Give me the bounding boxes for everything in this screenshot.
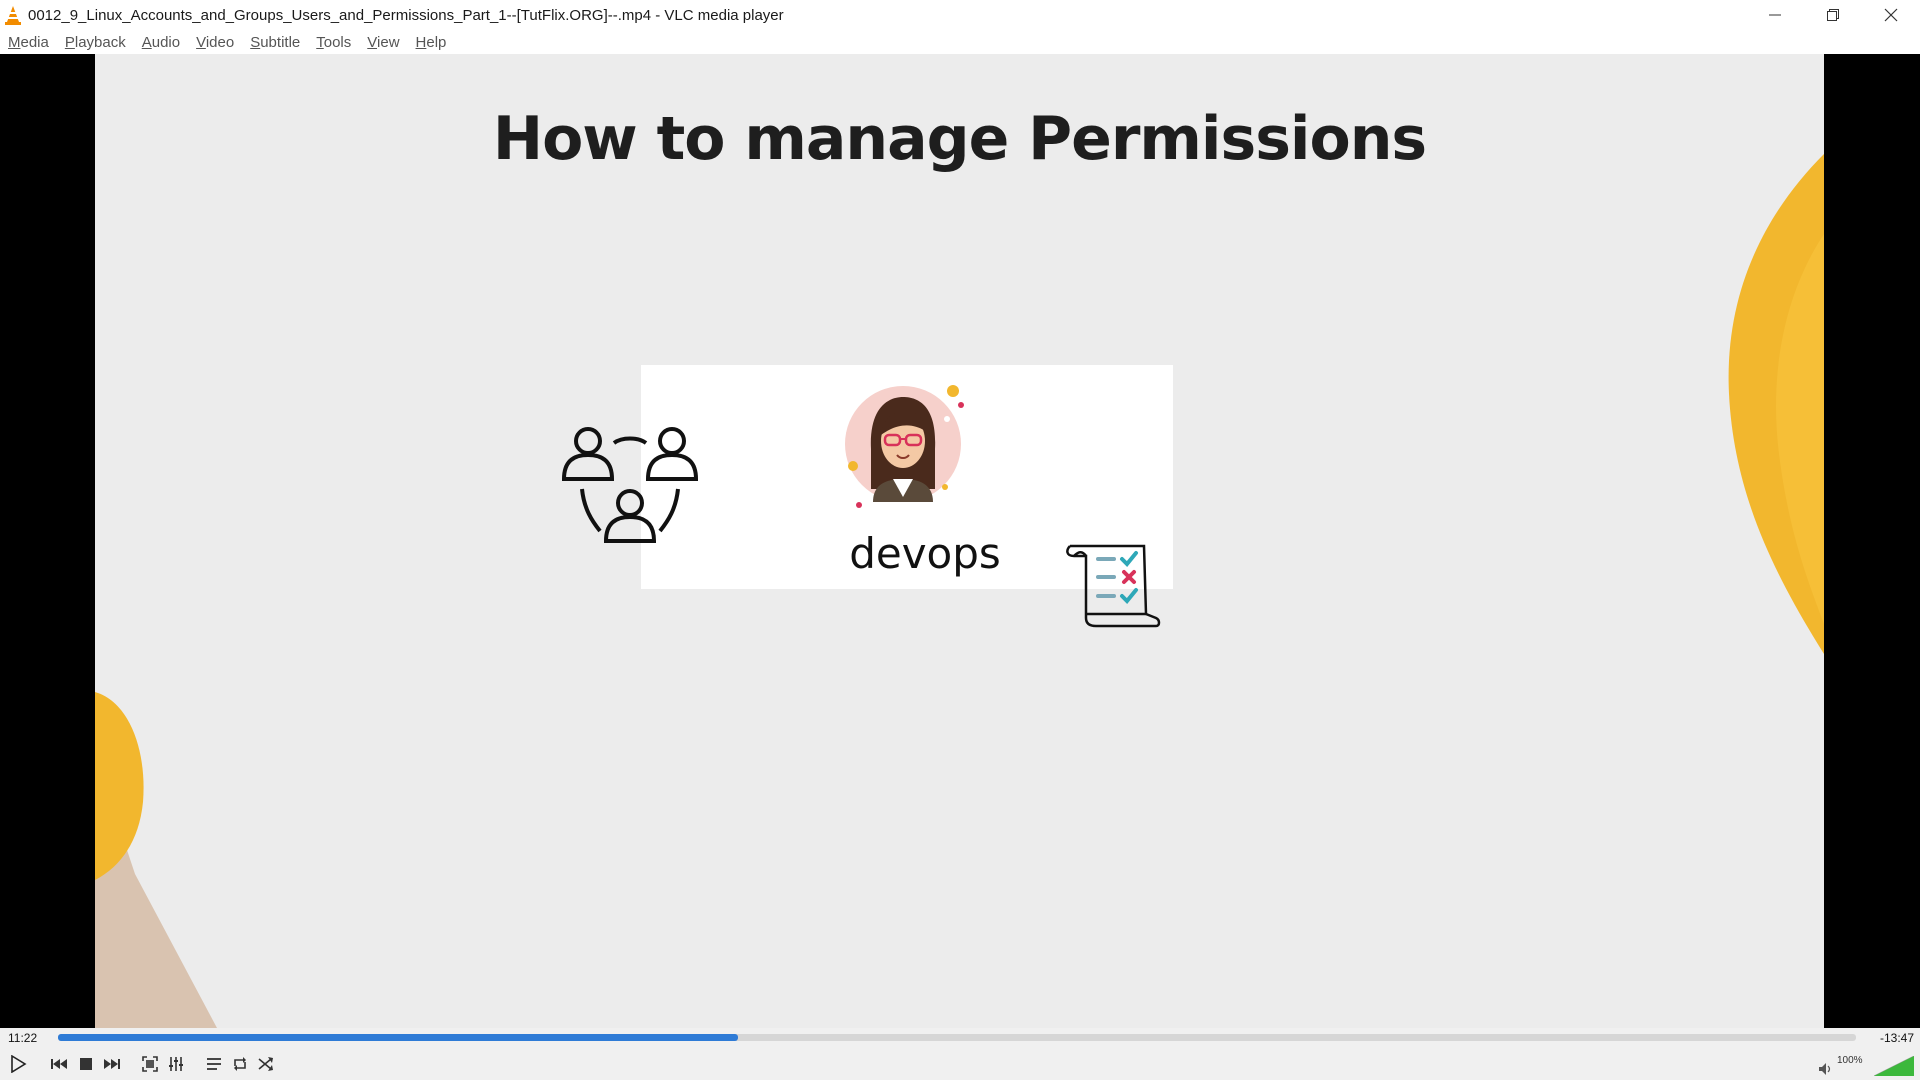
elapsed-time: 11:22 <box>8 1031 38 1045</box>
menu-bar: Media Playback Audio Video Subtitle Tool… <box>0 30 1920 54</box>
volume-level-fill <box>1874 1056 1914 1076</box>
user-group-icon <box>561 427 699 543</box>
card-label: devops <box>849 529 1001 578</box>
yellow-blob-left-shape <box>95 692 144 880</box>
seek-slider[interactable] <box>58 1034 1856 1041</box>
remaining-time[interactable]: -13:47 <box>1880 1031 1914 1045</box>
extended-settings-button[interactable] <box>164 1052 188 1076</box>
extended-settings-icon <box>169 1057 183 1071</box>
stop-button[interactable] <box>74 1052 98 1076</box>
yellow-blob-right-shape <box>1728 154 1824 654</box>
seek-bar-row: 11:22 -13:47 <box>0 1028 1920 1048</box>
loop-button[interactable] <box>228 1052 252 1076</box>
menu-help[interactable]: Help <box>416 34 447 51</box>
controls-bar: 100% <box>0 1048 1920 1080</box>
next-button[interactable] <box>100 1052 124 1076</box>
menu-audio[interactable]: Audio <box>142 34 180 51</box>
title-bar: 0012_9_Linux_Accounts_and_Groups_Users_a… <box>0 0 1920 30</box>
minimize-icon <box>1769 14 1781 16</box>
volume-percent: 100% <box>1837 1055 1863 1066</box>
menu-video[interactable]: Video <box>196 34 234 51</box>
restore-icon <box>1827 9 1839 21</box>
random-button[interactable] <box>254 1052 278 1076</box>
previous-icon <box>51 1059 67 1069</box>
next-icon <box>104 1059 120 1069</box>
menu-subtitle[interactable]: Subtitle <box>250 34 300 51</box>
play-icon <box>11 1055 27 1073</box>
menu-media[interactable]: Media <box>8 34 49 51</box>
checklist-scroll-icon <box>1066 544 1161 628</box>
slide-title: How to manage Permissions <box>492 104 1427 174</box>
menu-tools[interactable]: Tools <box>316 34 351 51</box>
shuffle-icon <box>258 1057 273 1071</box>
playlist-button[interactable] <box>202 1052 226 1076</box>
previous-button[interactable] <box>47 1052 71 1076</box>
minimize-button[interactable] <box>1746 0 1804 30</box>
avatar-icon <box>845 385 964 508</box>
close-icon <box>1884 8 1898 22</box>
volume-slider[interactable] <box>1874 1056 1914 1076</box>
restore-button[interactable] <box>1804 0 1862 30</box>
vlc-window: 0012_9_Linux_Accounts_and_Groups_Users_a… <box>0 0 1920 1080</box>
stop-icon <box>80 1058 92 1070</box>
close-button[interactable] <box>1862 0 1920 30</box>
playlist-icon <box>207 1058 221 1070</box>
fullscreen-icon <box>142 1056 158 1072</box>
speaker-icon[interactable] <box>1818 1062 1832 1076</box>
menu-playback[interactable]: Playback <box>65 34 126 51</box>
video-display[interactable]: How to manage Permissions devops <box>0 54 1920 1028</box>
loop-icon <box>234 1057 246 1071</box>
vlc-cone-icon <box>5 6 21 25</box>
fullscreen-button[interactable] <box>138 1052 162 1076</box>
presentation-slide: How to manage Permissions devops <box>95 54 1824 1028</box>
window-title: 0012_9_Linux_Accounts_and_Groups_Users_a… <box>28 6 784 24</box>
seek-progress-fill <box>58 1034 738 1041</box>
play-button[interactable] <box>6 1052 30 1076</box>
menu-view[interactable]: View <box>367 34 399 51</box>
